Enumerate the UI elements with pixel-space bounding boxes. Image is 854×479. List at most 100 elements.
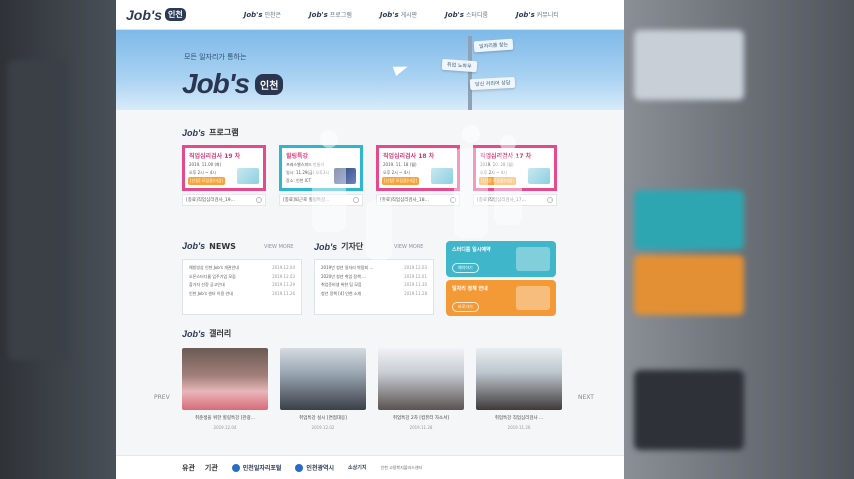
people-illustration-icon bbox=[516, 247, 550, 271]
nav-item-about[interactable]: Job's 인천은 bbox=[244, 10, 281, 20]
card-caption: [종료]직업심리검사_19... bbox=[182, 194, 266, 206]
sign-board: 당신 커리어 상담 bbox=[469, 76, 516, 91]
gallery-item[interactable]: 취업특강 직업심리검사 ... 2019.11.26 bbox=[476, 348, 562, 430]
gallery-photo bbox=[476, 348, 562, 410]
more-icon bbox=[547, 197, 553, 203]
nav-item-program[interactable]: Job's 프로그램 bbox=[309, 10, 352, 20]
news-date: 2019.12.04 bbox=[272, 265, 295, 270]
portal-logo-icon bbox=[231, 463, 240, 472]
footer-link-label: 소상기지 bbox=[348, 465, 367, 471]
reporter-title: 취업준비생 위한 팁 모음 bbox=[321, 282, 362, 287]
news-title: 참가자 선정 공고안내 bbox=[189, 282, 225, 287]
person-silhouette-icon bbox=[320, 130, 338, 148]
footer-link-employment[interactable]: 인천 고용복지플러스센터 bbox=[380, 465, 422, 471]
person-silhouette-icon bbox=[312, 152, 346, 232]
nav-label: 커뮤니티 bbox=[536, 12, 559, 19]
card-caption-text: [종료]직업심리검사_19... bbox=[186, 198, 235, 203]
gallery-date: 2019.12.02 bbox=[311, 425, 335, 430]
gallery-next-button[interactable]: NEXT bbox=[578, 394, 594, 401]
gallery-caption: 취준생을 위한 힐링특강 [관광... bbox=[194, 416, 256, 421]
reporter-more-link[interactable]: VIEW MORE bbox=[394, 244, 423, 250]
program-card[interactable]: 직업심리검사 18 차 2019. 11. 18 (월) 오후 2시 ~ 4시 … bbox=[376, 145, 460, 206]
reporter-item[interactable]: 2019년 청년 일자리 박람회 ... 2019.12.03 bbox=[321, 264, 427, 273]
signpost-icon bbox=[468, 36, 472, 110]
gallery-date: 2019.11.26 bbox=[507, 425, 531, 430]
gallery-caption: 취업특강 2차 [컴퓨터 자소서] bbox=[392, 416, 450, 421]
card-image: 직업심리검사 19 차 2019. 11.00 (화) 오후 2시 ~ 4시 [… bbox=[182, 145, 266, 191]
footer-link-label: 인천일자리포털 bbox=[242, 465, 282, 472]
footer-title-b: 기관 bbox=[204, 463, 218, 472]
gallery-date: 2019.11.28 bbox=[409, 425, 433, 430]
program-card[interactable]: 직업심리검사 19 차 2019. 11.00 (화) 오후 2시 ~ 4시 [… bbox=[182, 145, 266, 206]
policy-promo-banner[interactable]: 일자리 정책 안내 바로가기 bbox=[446, 280, 556, 316]
reporter-date: 2019.12.03 bbox=[404, 265, 427, 270]
reporter-item[interactable]: 취업준비생 위한 팁 모음 2019.11.30 bbox=[321, 281, 427, 290]
gallery-section-title: Job's 갤러리 bbox=[182, 328, 231, 339]
computer-illustration-icon bbox=[516, 286, 550, 310]
reporter-item[interactable]: 2020년 청년 취업 정책 ... 2019.12.01 bbox=[321, 273, 427, 282]
reporter-date: 2019.11.28 bbox=[404, 290, 427, 296]
paper-plane-icon bbox=[392, 61, 410, 77]
news-date: 2019.11.29 bbox=[272, 282, 295, 287]
promo-button[interactable]: 바로가기 bbox=[452, 302, 479, 312]
section-prefix: Job's bbox=[182, 241, 206, 251]
gallery-caption: 취업특강 실시 [면접대응] bbox=[299, 416, 347, 421]
nav-prefix: Job's bbox=[309, 10, 328, 19]
gallery-item[interactable]: 취업특강 실시 [면접대응] 2019.12.02 bbox=[280, 348, 366, 430]
card-heading: 직업심리검사 18 차 bbox=[383, 153, 435, 160]
web-page: Job's 인천 Job's 인천은 Job's 프로그램 Job's 게시판 Job… bbox=[116, 0, 624, 479]
news-title: 오픈스터디룸 입주기업 모집 bbox=[189, 273, 236, 279]
gallery-item[interactable]: 취업특강 2차 [컴퓨터 자소서] 2019.11.28 bbox=[378, 348, 464, 430]
news-title: 인천 Job's 센터 이용 안내 bbox=[189, 290, 233, 296]
reporter-list: 2019년 청년 일자리 박람회 ... 2019.12.03 2020년 청년 … bbox=[314, 259, 434, 315]
news-date: 2019.12.03 bbox=[272, 273, 295, 279]
background-left bbox=[0, 0, 116, 479]
header: Job's 인천 Job's 인천은 Job's 프로그램 Job's 게시판 Job… bbox=[116, 0, 624, 30]
person-silhouette-icon bbox=[494, 155, 522, 225]
card-illustration bbox=[528, 168, 550, 184]
nav-prefix: Job's bbox=[379, 10, 399, 19]
hero-subtitle: 모든 일자리가 통하는 bbox=[184, 53, 247, 61]
hero-title: Job's 인천 bbox=[182, 68, 284, 100]
reporter-title: 청년 정책 [4] 인천 소개 bbox=[321, 290, 362, 296]
nav-item-board[interactable]: Job's 게시판 bbox=[379, 10, 417, 20]
hero-banner: 모든 일자리가 통하는 Job's 인천 일자리를 찾는 취업 노하우 당신 커… bbox=[116, 30, 624, 110]
reporter-item[interactable]: 청년 정책 [4] 인천 소개 2019.11.28 bbox=[321, 290, 427, 299]
section-label: 기자단 bbox=[341, 242, 364, 251]
news-item[interactable]: 해빙빙상 인천 Job's 개관안내 2019.12.04 bbox=[189, 264, 295, 273]
reporter-title: 2020년 청년 취업 정책 ... bbox=[321, 273, 366, 279]
site-logo[interactable]: Job's 인천 bbox=[126, 7, 186, 23]
reporter-date: 2019.12.01 bbox=[404, 273, 427, 279]
news-item[interactable]: 오픈스터디룸 입주기업 모집 2019.12.03 bbox=[189, 273, 295, 282]
card-image: 직업심리검사 18 차 2019. 11. 18 (월) 오후 2시 ~ 4시 … bbox=[376, 145, 460, 191]
footer-title-a: 유관 bbox=[182, 463, 195, 472]
news-item[interactable]: 참가자 선정 공고안내 2019.11.29 bbox=[189, 281, 295, 290]
section-prefix: Job's bbox=[182, 127, 206, 138]
more-icon bbox=[256, 197, 262, 203]
section-prefix: Job's bbox=[182, 328, 206, 339]
sign-board: 일자리를 찾는 bbox=[473, 38, 514, 53]
footer-title: 유관 기관 bbox=[182, 463, 218, 473]
nav-item-studyroom[interactable]: Job's 스터디룸 bbox=[445, 10, 488, 20]
nav-label: 스터디룸 bbox=[465, 12, 488, 19]
footer-link-incheon[interactable]: 인천광역시 bbox=[295, 463, 334, 472]
reporter-section-title: Job's 기자단 bbox=[314, 241, 363, 252]
logo-city: 인천 bbox=[165, 8, 186, 21]
promo-button[interactable]: 예약하기 bbox=[452, 263, 479, 273]
nav-label: 프로그램 bbox=[329, 12, 352, 19]
person-silhouette-icon bbox=[366, 200, 392, 260]
logo-text: Job's bbox=[126, 6, 163, 23]
nav-item-community[interactable]: Job's 커뮤니티 bbox=[516, 10, 559, 20]
news-item[interactable]: 인천 Job's 센터 이용 안내 2019.11.26 bbox=[189, 290, 295, 299]
footer-link-portal[interactable]: 인천일자리포털 bbox=[231, 463, 282, 472]
footer-link-base[interactable]: 소상기지 bbox=[348, 464, 366, 471]
section-label: 갤러리 bbox=[209, 329, 232, 338]
studyroom-promo-banner[interactable]: 스터디룸 일시예약 예약하기 bbox=[446, 241, 556, 277]
gallery-item[interactable]: 취준생을 위한 힐링특강 [관광... 2019.12.04 bbox=[182, 348, 268, 430]
card-illustration bbox=[431, 168, 453, 184]
sign-board: 취업 노하우 bbox=[441, 58, 477, 73]
gallery-prev-button[interactable]: PREV bbox=[154, 394, 170, 401]
section-prefix: Job's bbox=[314, 241, 338, 252]
hero-logo-text: Job's bbox=[182, 68, 250, 99]
news-more-link[interactable]: VIEW MORE bbox=[264, 244, 293, 250]
